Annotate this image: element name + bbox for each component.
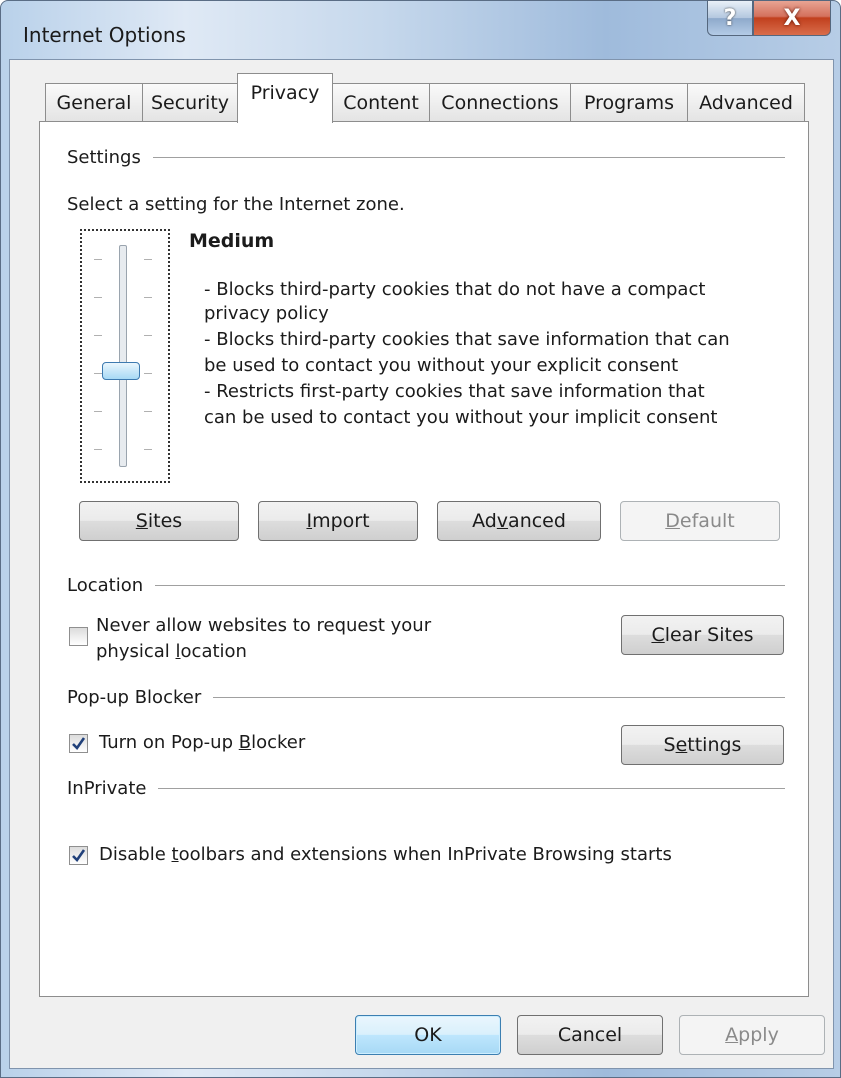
level-description-line: can be used to contact you without your … bbox=[204, 407, 718, 428]
inprivate-group-header: InPrivate bbox=[67, 778, 785, 799]
close-icon: X bbox=[783, 5, 801, 31]
never-allow-location-label[interactable]: Never allow websites to request your bbox=[96, 615, 431, 636]
zone-instruction: Select a setting for the Internet zone. bbox=[67, 194, 405, 215]
popup-blocker-label[interactable]: Turn on Pop-up Blocker bbox=[99, 732, 305, 753]
popup-blocker-group-label: Pop-up Blocker bbox=[67, 687, 202, 708]
label-suffix: ocation bbox=[180, 641, 247, 662]
slider-tick bbox=[144, 373, 152, 374]
slider-tick bbox=[144, 335, 152, 336]
access-key: v bbox=[496, 510, 509, 532]
group-divider bbox=[152, 157, 785, 158]
group-divider bbox=[158, 788, 785, 789]
privacy-level-slider[interactable] bbox=[80, 229, 170, 483]
ok-button[interactable]: OK bbox=[355, 1015, 501, 1055]
never-allow-location-label-line2[interactable]: physical location bbox=[96, 641, 247, 662]
default-button[interactable]: Default bbox=[620, 501, 780, 541]
tab-advanced[interactable]: Advanced bbox=[687, 83, 805, 121]
button-label-suffix: ites bbox=[147, 510, 183, 532]
label-suffix: locker bbox=[251, 732, 306, 753]
label-prefix: physical bbox=[96, 641, 176, 662]
button-label-suffix: mport bbox=[312, 510, 370, 532]
checkmark-icon bbox=[72, 849, 86, 863]
slider-tick bbox=[94, 335, 102, 336]
never-allow-location-checkbox[interactable] bbox=[69, 627, 88, 646]
access-key: B bbox=[238, 732, 252, 753]
checkmark-icon bbox=[72, 737, 86, 751]
group-divider bbox=[155, 585, 785, 586]
tab-general[interactable]: General bbox=[45, 83, 143, 121]
slider-tick bbox=[94, 449, 102, 450]
button-label-suffix: efault bbox=[679, 510, 735, 532]
access-key: D bbox=[665, 510, 680, 532]
tab-connections[interactable]: Connections bbox=[429, 83, 571, 121]
location-group-label: Location bbox=[67, 575, 144, 596]
apply-button[interactable]: Apply bbox=[679, 1015, 825, 1055]
slider-tick bbox=[144, 259, 152, 260]
tab-content[interactable]: Content bbox=[332, 83, 430, 121]
privacy-level-label: Medium bbox=[189, 230, 275, 252]
level-description-line: - Blocks third-party cookies that do not… bbox=[204, 279, 706, 300]
slider-tick bbox=[94, 297, 102, 298]
access-key: A bbox=[725, 1024, 739, 1046]
popup-blocker-checkbox[interactable] bbox=[69, 734, 88, 753]
level-description-line: - Restricts first-party cookies that sav… bbox=[204, 381, 705, 402]
label-prefix: Turn on Pop-up bbox=[99, 732, 239, 753]
clear-sites-button[interactable]: Clear Sites bbox=[621, 615, 784, 655]
button-label-prefix: Ad bbox=[472, 510, 497, 532]
inprivate-group-label: InPrivate bbox=[67, 778, 147, 799]
window-title: Internet Options bbox=[23, 23, 186, 47]
access-key: C bbox=[651, 624, 665, 646]
slider-tick bbox=[94, 411, 102, 412]
help-icon: ? bbox=[723, 5, 737, 31]
slider-tick bbox=[144, 411, 152, 412]
internet-options-window: Internet Options ? X General Security Pr… bbox=[0, 0, 841, 1078]
settings-group-header: Settings bbox=[67, 147, 785, 168]
close-button[interactable]: X bbox=[753, 0, 831, 36]
slider-thumb[interactable] bbox=[102, 362, 140, 380]
slider-tick bbox=[94, 259, 102, 260]
disable-toolbars-label[interactable]: Disable toolbars and extensions when InP… bbox=[99, 844, 672, 865]
slider-tick bbox=[144, 297, 152, 298]
button-label-suffix: ttings bbox=[687, 734, 742, 756]
tab-programs[interactable]: Programs bbox=[570, 83, 688, 121]
button-label-suffix: lear Sites bbox=[664, 624, 754, 646]
level-description-line: - Blocks third-party cookies that save i… bbox=[204, 329, 730, 350]
tab-privacy[interactable]: Privacy bbox=[237, 73, 333, 123]
access-key: S bbox=[135, 510, 148, 532]
button-label-suffix: anced bbox=[508, 510, 566, 532]
label-suffix: oolbars and extensions when InPrivate Br… bbox=[178, 844, 672, 865]
access-key: e bbox=[675, 734, 688, 756]
group-divider bbox=[213, 697, 785, 698]
cancel-button[interactable]: Cancel bbox=[517, 1015, 663, 1055]
slider-tick bbox=[144, 449, 152, 450]
slider-tick bbox=[94, 373, 102, 374]
popup-settings-button[interactable]: Se ttings bbox=[621, 725, 784, 765]
button-label-prefix: S bbox=[663, 734, 676, 756]
advanced-button[interactable]: Ad v anced bbox=[437, 501, 601, 541]
location-group-header: Location bbox=[67, 575, 785, 596]
label-prefix: Disable bbox=[99, 844, 172, 865]
tab-security[interactable]: Security bbox=[142, 83, 238, 121]
access-key: t bbox=[171, 844, 179, 865]
button-label-suffix: pply bbox=[738, 1024, 779, 1046]
help-button[interactable]: ? bbox=[707, 0, 753, 36]
popup-blocker-group-header: Pop-up Blocker bbox=[67, 687, 785, 708]
import-button[interactable]: Import bbox=[258, 501, 418, 541]
sites-button[interactable]: Sites bbox=[79, 501, 239, 541]
slider-track bbox=[119, 245, 127, 467]
level-description-line: be used to contact you without your expl… bbox=[204, 355, 679, 376]
level-description-line: privacy policy bbox=[204, 303, 329, 324]
settings-group-label: Settings bbox=[67, 147, 141, 168]
disable-toolbars-checkbox[interactable] bbox=[69, 846, 88, 865]
